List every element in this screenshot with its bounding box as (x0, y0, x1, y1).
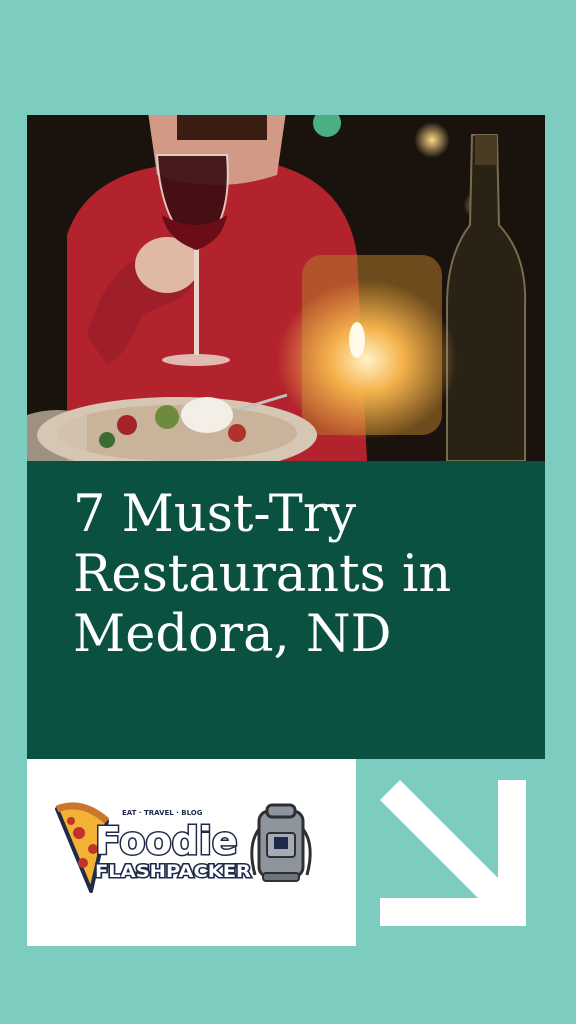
dinner-scene-illustration (27, 115, 545, 461)
logo-tagline: EAT · TRAVEL · BLOG (122, 809, 203, 817)
arrow-down-right-icon[interactable] (380, 780, 526, 926)
hero-photo (27, 115, 545, 461)
brand-logo: EAT · TRAVEL · BLOG Foodie FLASHPACKER (55, 802, 312, 893)
page-title: 7 Must-Try Restaurants in Medora, ND (73, 485, 452, 664)
logo-name-bottom: FLASHPACKER (95, 862, 251, 882)
brand-logo-card[interactable]: EAT · TRAVEL · BLOG Foodie FLASHPACKER (27, 759, 356, 946)
title-block: 7 Must-Try Restaurants in Medora, ND (27, 461, 545, 759)
backpack-icon (250, 803, 312, 882)
logo-name-top: Foodie (95, 819, 238, 863)
